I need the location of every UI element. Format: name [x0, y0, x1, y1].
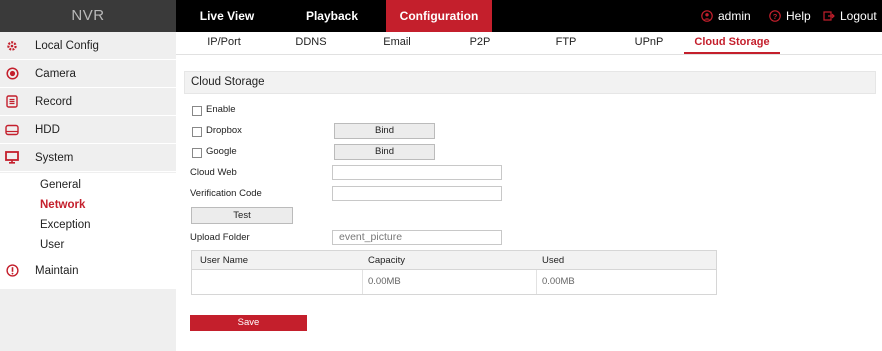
dropbox-bind-button[interactable]: Bind [334, 123, 435, 139]
sidebar-sub-user[interactable]: User [40, 239, 64, 251]
upload-folder-label: Upload Folder [190, 232, 250, 243]
sidebar-item-local-config[interactable]: Local Config [0, 32, 176, 60]
dropbox-checkbox[interactable] [192, 127, 202, 137]
sidebar-item-hdd[interactable]: HDD [0, 116, 176, 144]
subtab-ip-port[interactable]: IP/Port [196, 32, 252, 54]
sidebar-item-label: System [35, 151, 74, 164]
subnav-divider [176, 54, 882, 55]
logout-link[interactable]: Logout [823, 0, 877, 32]
cloud-web-label: Cloud Web [190, 167, 237, 178]
user-name: admin [718, 9, 751, 23]
save-button[interactable]: Save [190, 315, 307, 331]
sidebar: Local Config Camera Record HDD System Ge… [0, 32, 176, 351]
sidebar-item-record[interactable]: Record [0, 88, 176, 116]
test-button[interactable]: Test [191, 207, 293, 224]
verification-code-label: Verification Code [190, 188, 262, 199]
nvr-logo: NVR [0, 0, 176, 32]
verification-code-input[interactable] [332, 186, 502, 201]
info-icon [5, 264, 19, 278]
user-table: User Name Capacity Used 0.00MB 0.00MB [191, 250, 717, 295]
user-icon [701, 10, 713, 22]
monitor-icon [5, 151, 19, 165]
subtab-p2p[interactable]: P2P [458, 32, 502, 54]
sidebar-item-camera[interactable]: Camera [0, 60, 176, 88]
subtab-upnp[interactable]: UPnP [626, 32, 672, 54]
gear-icon [5, 39, 19, 53]
column-divider [362, 270, 363, 294]
record-icon [5, 95, 19, 109]
table-header [192, 251, 716, 270]
col-used: Used [542, 255, 565, 266]
logout-icon [823, 11, 835, 21]
help-icon: ? [769, 10, 781, 22]
top-bar: NVR Live View Playback Configuration adm… [0, 0, 882, 32]
sidebar-item-maintain[interactable]: Maintain [0, 257, 176, 285]
camera-icon [5, 67, 19, 81]
subtab-ftp[interactable]: FTP [546, 32, 586, 54]
column-divider [536, 270, 537, 294]
sidebar-sub-network[interactable]: Network [40, 199, 85, 211]
subtab-email[interactable]: Email [372, 32, 422, 54]
subtab-ddns[interactable]: DDNS [286, 32, 336, 54]
cell-capacity: 0.00MB [368, 276, 401, 287]
sidebar-item-label: HDD [35, 123, 60, 136]
hdd-icon [5, 123, 19, 137]
enable-checkbox[interactable] [192, 106, 202, 116]
cloud-web-input[interactable] [332, 165, 502, 180]
sidebar-sub-general[interactable]: General [40, 179, 81, 191]
logout-label: Logout [840, 9, 877, 23]
google-bind-button[interactable]: Bind [334, 144, 435, 160]
network-subnav: IP/Port DDNS Email P2P FTP UPnP Cloud St… [176, 32, 882, 54]
cell-used: 0.00MB [542, 276, 575, 287]
user-menu[interactable]: admin [701, 0, 751, 32]
upload-folder-input: event_picture [332, 230, 502, 245]
google-label: Google [206, 146, 237, 157]
sidebar-item-label: Maintain [35, 264, 79, 277]
col-user-name: User Name [200, 255, 249, 266]
tab-live-view[interactable]: Live View [176, 0, 278, 32]
subtab-cloud-storage[interactable]: Cloud Storage [684, 32, 780, 54]
sidebar-item-system[interactable]: System [0, 144, 176, 172]
sidebar-item-label: Local Config [35, 39, 99, 52]
dropbox-label: Dropbox [206, 125, 242, 136]
col-capacity: Capacity [368, 255, 405, 266]
svg-text:?: ? [773, 12, 778, 21]
sidebar-item-label: Record [35, 95, 73, 108]
help-label: Help [786, 9, 811, 23]
sidebar-item-label: Camera [35, 67, 76, 80]
sidebar-sub-exception[interactable]: Exception [40, 219, 91, 231]
section-title: Cloud Storage [184, 71, 876, 94]
tab-configuration[interactable]: Configuration [386, 0, 492, 32]
enable-label: Enable [206, 104, 236, 115]
help-link[interactable]: ? Help [769, 0, 811, 32]
tab-playback[interactable]: Playback [278, 0, 386, 32]
google-checkbox[interactable] [192, 148, 202, 158]
